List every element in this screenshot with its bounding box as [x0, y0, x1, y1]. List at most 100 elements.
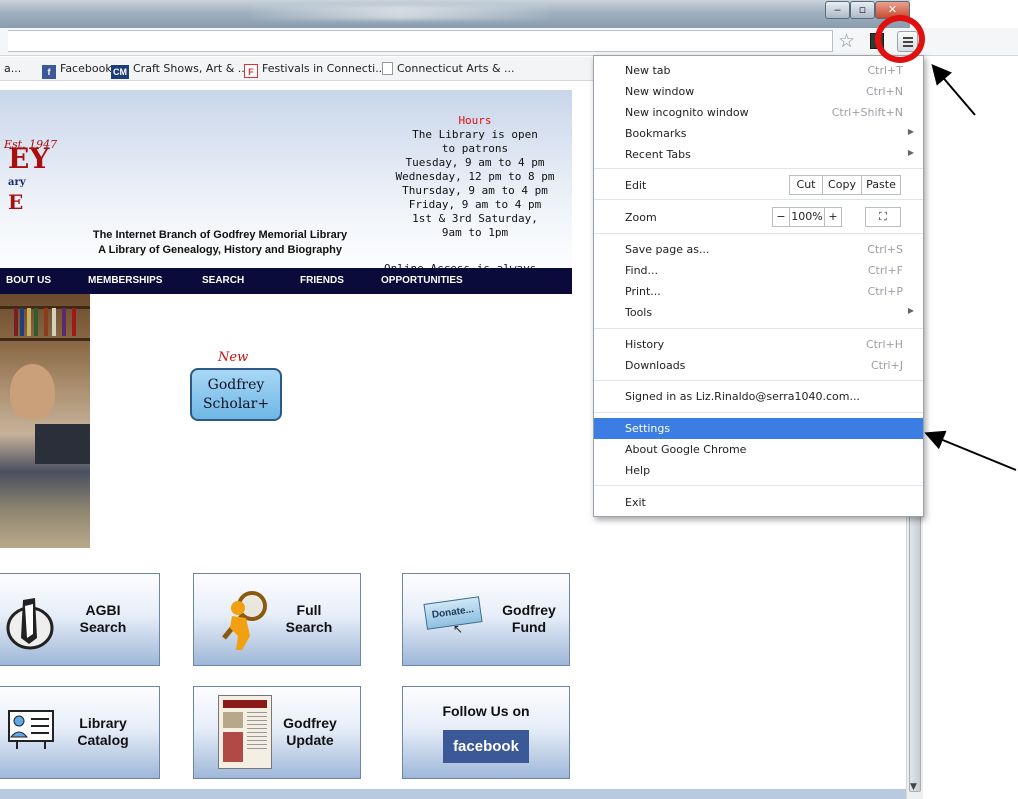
zoom-level: 100% [789, 207, 825, 227]
maximize-button[interactable]: ▫ [850, 1, 875, 19]
book [27, 308, 31, 336]
window-title-blurred [250, 6, 550, 20]
tile-agbi-search[interactable]: AGBI Search [0, 573, 160, 666]
catalog-card-icon [8, 710, 54, 749]
agbi-icon [6, 598, 54, 650]
window-titlebar[interactable]: ‒ ▫ ✕ [0, 0, 910, 28]
menu-history[interactable]: History Ctrl+H [594, 334, 923, 355]
menu-downloads[interactable]: Downloads Ctrl+J [594, 355, 923, 376]
menu-settings[interactable]: Settings [594, 418, 923, 439]
menu-help[interactable]: Help [594, 460, 923, 481]
arrow-to-settings [924, 430, 1017, 471]
cursor-icon: ↖ [453, 622, 464, 636]
tile-label: Library Catalog [77, 715, 129, 748]
zoom-in-button[interactable]: + [824, 207, 842, 227]
edit-copy-button[interactable]: Copy [822, 175, 862, 195]
menu-recent-tabs[interactable]: Recent Tabs ▶ [594, 144, 923, 165]
bookmark-item-festivals[interactable]: F Festivals in Connecti... [244, 62, 386, 78]
annotation-red-circle [875, 15, 925, 63]
new-label: New [218, 350, 249, 365]
newsletter-text [247, 712, 267, 752]
book [62, 308, 66, 336]
tile-godfrey-update[interactable]: Godfrey Update [193, 686, 361, 779]
bookmark-star-icon[interactable]: ☆ [838, 30, 855, 52]
bookmark-item[interactable]: a... [4, 62, 21, 75]
scroll-down-arrow-icon[interactable]: ▼ [910, 782, 917, 792]
person-figure [10, 364, 55, 419]
godfrey-scholar-button[interactable]: Godfrey Scholar+ [190, 368, 282, 421]
hours-title: Hours [458, 114, 492, 127]
menu-separator [594, 485, 923, 486]
submenu-arrow-icon: ▶ [907, 148, 914, 157]
tile-full-search[interactable]: Full Search [193, 573, 361, 666]
edit-paste-button[interactable]: Paste [861, 175, 901, 195]
tile-follow-facebook[interactable]: Follow Us on facebook [402, 686, 570, 779]
browser-toolbar: ☆ [0, 28, 1018, 56]
screenshot-root: ‒ ▫ ✕ ☆ a... f Facebook CM Craft Shows, Ar… [0, 0, 1018, 799]
book [44, 308, 48, 336]
menu-tools[interactable]: Tools ▶ [594, 302, 923, 323]
tile-label: Full Search [285, 602, 333, 635]
newsletter-block [223, 732, 243, 762]
menu-find[interactable]: Find... Ctrl+F [594, 260, 923, 281]
menu-bookmarks[interactable]: Bookmarks ▶ [594, 123, 923, 144]
bookmark-item-ct-arts[interactable]: Connecticut Arts & ... [382, 62, 515, 75]
menu-separator [594, 412, 923, 413]
book [14, 308, 18, 336]
hours-line: Tuesday, 9 am to 4 pm [405, 156, 545, 169]
nav-about-us[interactable]: BOUT US [6, 275, 51, 286]
fo-icon: F [244, 64, 258, 78]
follow-us-label: Follow Us on [442, 703, 530, 719]
facebook-icon: f [42, 65, 56, 79]
menu-signed-in[interactable]: Signed in as Liz.Rinaldo@serra1040.com..… [594, 386, 923, 407]
book [20, 308, 24, 336]
hours-line: Wednesday, 12 pm to 8 pm [395, 170, 555, 183]
nav-friends[interactable]: FRIENDS [300, 275, 344, 286]
minimize-button[interactable]: ‒ [825, 1, 850, 19]
cm-icon: CM [111, 65, 129, 79]
menu-exit[interactable]: Exit [594, 492, 923, 513]
menu-separator [594, 328, 923, 329]
nav-search[interactable]: SEARCH [202, 275, 244, 286]
menu-new-incognito-window[interactable]: New incognito window Ctrl+Shift+N [594, 102, 923, 123]
shelf [0, 338, 90, 341]
fullscreen-icon[interactable]: ⛶ [865, 207, 901, 227]
tile-label: AGBI Search [79, 602, 127, 635]
edit-cut-button[interactable]: Cut [789, 175, 823, 195]
library-photo [0, 294, 90, 548]
tile-label: Godfrey Update [283, 715, 337, 748]
submenu-arrow-icon: ▶ [907, 127, 914, 136]
menu-new-window[interactable]: New window Ctrl+N [594, 81, 923, 102]
newsletter-icon [218, 695, 272, 769]
nav-opportunities[interactable]: OPPORTUNITIES [381, 275, 463, 286]
menu-about-chrome[interactable]: About Google Chrome [594, 439, 923, 460]
site-navbar: BOUT US MEMBERSHIPS SEARCH FRIENDS OPPOR… [0, 268, 572, 294]
book [72, 308, 76, 336]
site-header: Est. 1947 EY ary E The Internet Branch o… [0, 90, 572, 288]
tile-godfrey-fund[interactable]: Donate... ↖ Godfrey Fund [402, 573, 570, 666]
facebook-icon: facebook [443, 730, 529, 763]
menu-print[interactable]: Print... Ctrl+P [594, 281, 923, 302]
menu-new-tab[interactable]: New tab Ctrl+T [594, 60, 923, 81]
book [34, 308, 38, 336]
nav-memberships[interactable]: MEMBERSHIPS [88, 275, 162, 286]
logo-text-line1: EY [8, 142, 50, 175]
menu-save-page-as[interactable]: Save page as... Ctrl+S [594, 239, 923, 260]
bookmark-item-facebook[interactable]: f Facebook [42, 62, 112, 79]
page-bottom-bar [0, 789, 906, 799]
hours-line: 1st & 3rd Saturday, [412, 212, 538, 225]
bookmark-item-craft-shows[interactable]: CM Craft Shows, Art & ... [111, 62, 248, 79]
chrome-menu: New tab Ctrl+T New window Ctrl+N New incog… [593, 55, 924, 517]
menu-separator [594, 199, 923, 200]
zoom-out-button[interactable]: − [772, 207, 790, 227]
hours-line: to patrons [441, 142, 509, 155]
tile-library-catalog[interactable]: Library Catalog [0, 686, 160, 779]
logo-text-line2: ary [8, 177, 26, 188]
page-icon [382, 62, 393, 75]
menu-separator [594, 380, 923, 381]
menu-edit-row: Edit Cut Copy Paste [594, 175, 923, 196]
address-bar[interactable] [8, 30, 833, 52]
logo-text-line3: E [8, 190, 24, 214]
magnifier-figure-icon [222, 591, 267, 650]
hours-line: The Library is open [412, 128, 538, 141]
